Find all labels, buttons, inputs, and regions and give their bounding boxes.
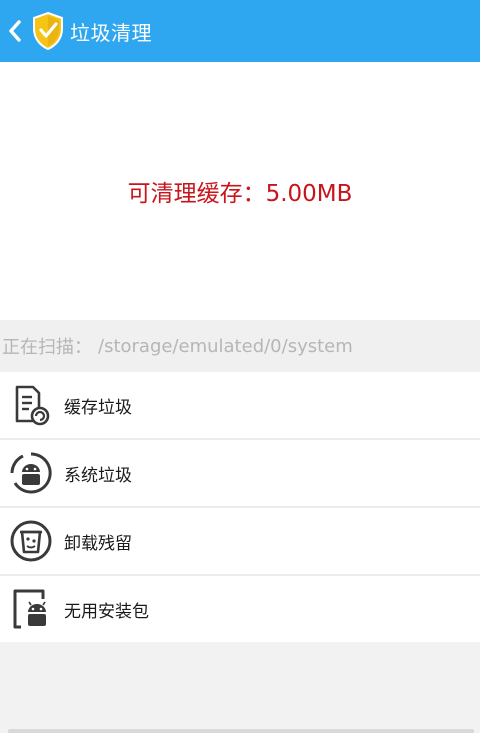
list-item-system-junk[interactable]: 系统垃圾 xyxy=(0,440,480,508)
trash-bin-icon xyxy=(9,519,53,563)
scan-status-bar: 正在扫描： /storage/emulated/0/system xyxy=(0,320,480,372)
page-title: 垃圾清理 xyxy=(70,20,152,45)
apk-package-icon xyxy=(9,587,53,631)
app-header: 垃圾清理 xyxy=(0,0,480,62)
list-item-cache-junk[interactable]: 缓存垃圾 xyxy=(0,372,480,440)
junk-category-list: 缓存垃圾 系统垃圾 卸载残留 无用安装包 xyxy=(0,372,480,644)
cache-size-text: 可清理缓存：5.00MB xyxy=(127,181,353,207)
list-item-label: 卸载残留 xyxy=(64,533,132,554)
list-item-useless-apk[interactable]: 无用安装包 xyxy=(0,576,480,644)
scan-label: 正在扫描： xyxy=(2,337,92,358)
list-item-label: 系统垃圾 xyxy=(64,465,132,486)
bottom-area xyxy=(0,642,480,733)
clean-summary: 可清理缓存：5.00MB xyxy=(0,62,480,320)
list-item-uninstall-residue[interactable]: 卸载残留 xyxy=(0,508,480,576)
cache-document-icon xyxy=(9,383,53,427)
scan-path: /storage/emulated/0/system xyxy=(98,335,353,357)
list-item-label: 缓存垃圾 xyxy=(64,397,132,418)
android-system-icon xyxy=(9,451,53,495)
bottom-divider xyxy=(8,729,474,733)
shield-check-icon xyxy=(30,10,66,52)
back-button[interactable] xyxy=(2,0,28,62)
list-item-label: 无用安装包 xyxy=(64,601,149,622)
chevron-left-icon xyxy=(9,20,21,42)
